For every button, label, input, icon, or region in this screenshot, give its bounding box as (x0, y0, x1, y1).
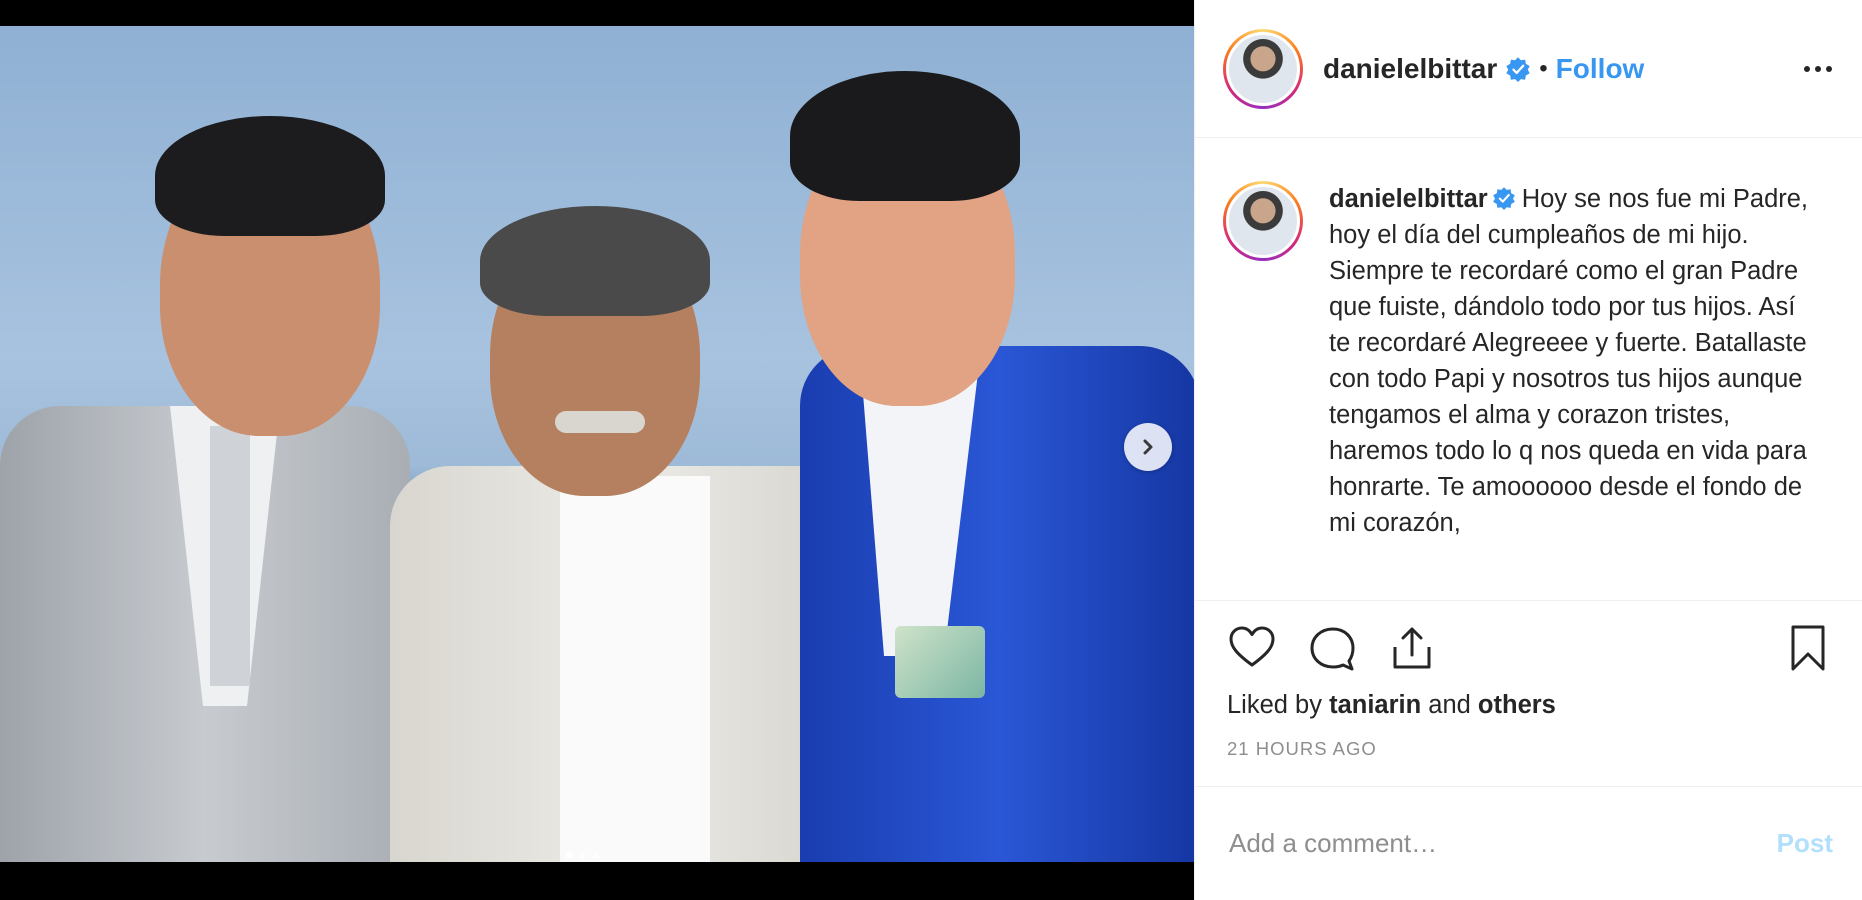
verified-badge-icon (1492, 187, 1515, 210)
post-sidebar: danielelbittar • Follow danielelbittar H… (1194, 0, 1862, 900)
header-separator: • (1539, 54, 1548, 82)
caption-area: danielelbittar Hoy se nos fue mi Padre, … (1195, 139, 1862, 599)
likes-and: and (1428, 691, 1471, 719)
share-icon[interactable] (1387, 623, 1437, 673)
caption-avatar[interactable] (1226, 184, 1300, 258)
heart-icon[interactable] (1227, 623, 1277, 673)
more-options-icon[interactable] (1804, 65, 1832, 72)
avatar[interactable] (1226, 31, 1300, 106)
carousel-dot (592, 852, 599, 859)
comment-form: Post (1195, 786, 1862, 900)
post-timestamp[interactable]: 21 HOURS AGO (1195, 720, 1862, 760)
caption-text-block: danielelbittar Hoy se nos fue mi Padre, … (1329, 181, 1815, 541)
caption-text: Hoy se nos fue mi Padre, hoy el día del … (1329, 185, 1809, 537)
post-photo[interactable] (0, 26, 1194, 862)
story-ring[interactable] (1223, 28, 1303, 109)
bookmark-icon[interactable] (1783, 623, 1833, 673)
likes-user-link[interactable]: taniarin (1329, 691, 1421, 719)
carousel-dot (579, 852, 586, 859)
post-actions: Liked by taniarin and others 21 HOURS AG… (1195, 600, 1862, 760)
follow-button[interactable]: Follow (1556, 53, 1645, 85)
likes-prefix: Liked by (1227, 691, 1322, 719)
likes-summary: Liked by taniarin and others (1195, 673, 1862, 720)
comment-icon[interactable] (1307, 623, 1357, 673)
post-header: danielelbittar • Follow (1195, 0, 1862, 138)
verified-badge-icon (1506, 56, 1530, 82)
header-username[interactable]: danielelbittar (1323, 53, 1497, 85)
carousel-indicator (566, 852, 599, 859)
chevron-right-icon (1143, 439, 1153, 455)
carousel-dot (566, 852, 573, 859)
caption-username[interactable]: danielelbittar (1329, 185, 1488, 213)
caption-story-ring[interactable] (1223, 181, 1303, 261)
carousel-next-button[interactable] (1124, 423, 1172, 471)
likes-others-link[interactable]: others (1478, 691, 1556, 719)
post-media[interactable] (0, 0, 1194, 900)
post-comment-button[interactable]: Post (1777, 828, 1833, 859)
comment-input[interactable] (1227, 827, 1777, 860)
